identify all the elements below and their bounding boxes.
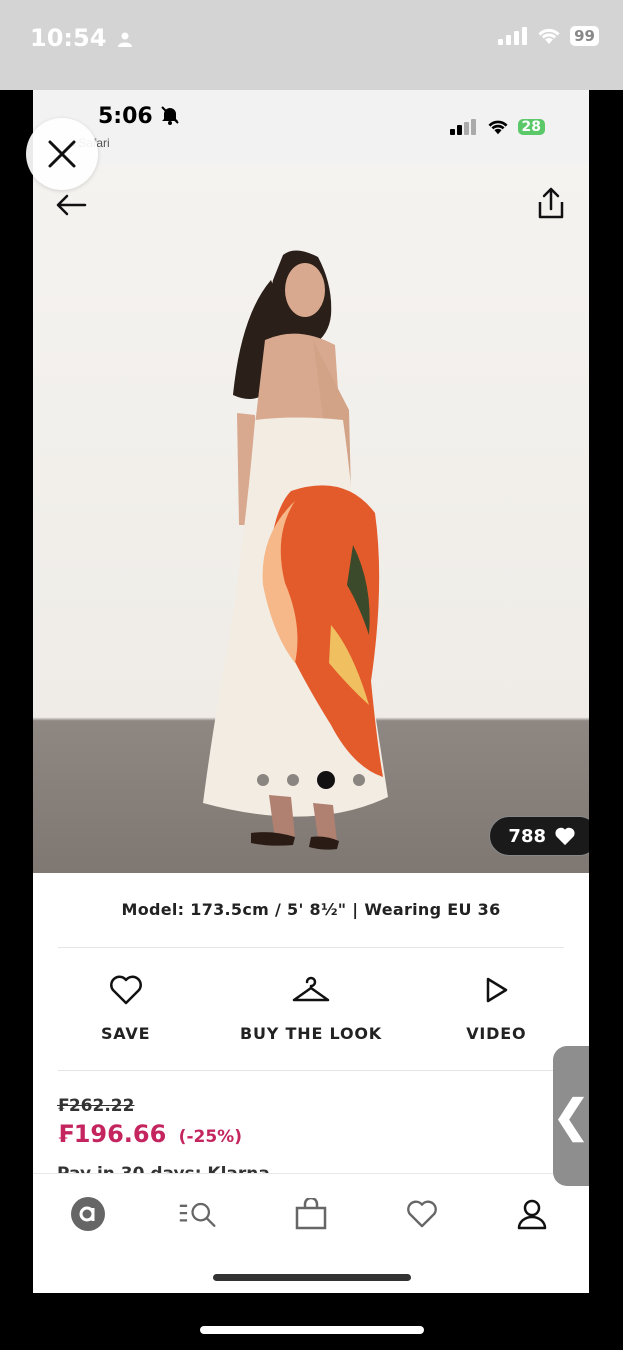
heart-filled-icon bbox=[555, 827, 575, 846]
likes-count: 788 bbox=[508, 825, 546, 847]
inner-battery: 28 bbox=[517, 119, 545, 135]
carousel-dot-active[interactable] bbox=[317, 771, 335, 789]
bottom-tab-bar bbox=[33, 1173, 589, 1293]
buy-the-look-label: BUY THE LOOK bbox=[240, 1024, 382, 1043]
user-icon bbox=[517, 1199, 547, 1230]
outer-battery: 99 bbox=[570, 26, 599, 46]
back-arrow-icon[interactable] bbox=[53, 187, 89, 223]
tab-account[interactable] bbox=[512, 1194, 552, 1234]
signal-icon bbox=[498, 27, 528, 45]
model-info: Model: 173.5cm / 5' 8½" | Wearing EU 36 bbox=[121, 900, 501, 919]
outer-home-indicator bbox=[200, 1326, 424, 1334]
bag-icon bbox=[295, 1198, 327, 1230]
carousel-dot[interactable] bbox=[353, 774, 365, 786]
video-label: VIDEO bbox=[466, 1024, 527, 1043]
video-button[interactable]: VIDEO bbox=[404, 972, 589, 1043]
chevron-left-icon: ❮ bbox=[552, 1091, 590, 1141]
share-icon[interactable] bbox=[533, 185, 569, 221]
search-icon bbox=[179, 1202, 216, 1227]
outer-time: 10:54 bbox=[30, 24, 107, 52]
close-icon bbox=[48, 140, 76, 168]
inner-time: 5:06 bbox=[98, 104, 153, 129]
inner-status-bar: 5:06 ◂ Safari 28 bbox=[33, 90, 589, 165]
carousel-dot[interactable] bbox=[257, 774, 269, 786]
product-image[interactable]: 788 bbox=[33, 165, 589, 873]
save-label: SAVE bbox=[100, 1024, 151, 1043]
signal-icon bbox=[449, 119, 476, 135]
tab-search[interactable] bbox=[178, 1194, 218, 1234]
home-icon bbox=[71, 1197, 105, 1231]
wifi-icon bbox=[538, 28, 560, 44]
close-button[interactable] bbox=[26, 118, 98, 190]
bell-muted-icon bbox=[161, 106, 180, 125]
tab-bag[interactable] bbox=[291, 1194, 331, 1234]
app-screen: 5:06 ◂ Safari 28 bbox=[33, 90, 589, 1293]
tab-saved[interactable] bbox=[402, 1194, 442, 1234]
divider bbox=[58, 947, 564, 948]
sale-price: ₣196.66 (-25%) bbox=[57, 1120, 242, 1148]
side-panel-handle[interactable]: ❮ bbox=[553, 1046, 589, 1186]
hanger-icon bbox=[292, 976, 330, 1002]
product-photo bbox=[203, 250, 388, 850]
likes-badge[interactable]: 788 bbox=[489, 816, 589, 856]
original-price: ₣262.22 bbox=[57, 1096, 135, 1116]
heart-icon bbox=[407, 1200, 437, 1228]
heart-icon bbox=[109, 975, 142, 1005]
action-row: SAVE BUY THE LOOK VIDEO bbox=[33, 972, 589, 1043]
person-icon bbox=[117, 32, 132, 47]
tab-home[interactable] bbox=[68, 1194, 108, 1234]
home-indicator bbox=[213, 1274, 411, 1281]
buy-the-look-button[interactable]: BUY THE LOOK bbox=[218, 972, 403, 1043]
save-button[interactable]: SAVE bbox=[33, 972, 218, 1043]
play-icon bbox=[487, 977, 508, 1003]
wifi-icon bbox=[487, 120, 508, 135]
carousel-dots[interactable] bbox=[33, 771, 589, 789]
discount-badge: (-25%) bbox=[178, 1127, 242, 1147]
carousel-dot[interactable] bbox=[287, 774, 299, 786]
sale-price-value: ₣196.66 bbox=[57, 1120, 167, 1148]
outer-status-bar: 10:54 99 bbox=[0, 0, 623, 90]
divider bbox=[58, 1070, 564, 1071]
